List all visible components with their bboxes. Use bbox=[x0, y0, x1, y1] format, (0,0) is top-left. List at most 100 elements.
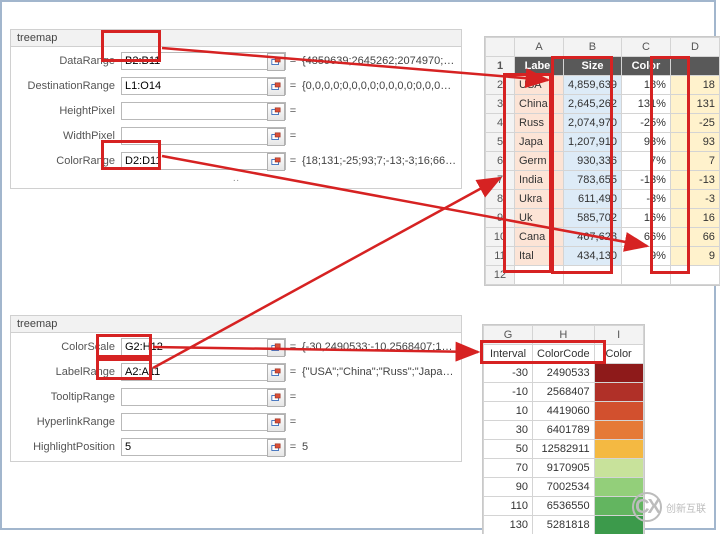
row-header[interactable]: 10 bbox=[486, 228, 515, 247]
size-cell[interactable]: 2,074,970 bbox=[564, 114, 622, 133]
interval-cell[interactable]: -30 bbox=[484, 364, 533, 383]
pct-cell[interactable]: -13% bbox=[621, 171, 670, 190]
size-cell[interactable]: 585,702 bbox=[564, 209, 622, 228]
panel2-colorscale-input[interactable] bbox=[121, 338, 286, 356]
table-row[interactable]: 104419060 bbox=[484, 402, 644, 421]
size-cell[interactable]: 2,645,262 bbox=[564, 95, 622, 114]
interval-cell[interactable]: 50 bbox=[484, 440, 533, 459]
size-cell[interactable]: 611,490 bbox=[564, 190, 622, 209]
panel2-highlightposition-input[interactable] bbox=[121, 438, 286, 456]
table-row[interactable]: 3China2,645,262131%131 bbox=[486, 95, 720, 114]
label-cell[interactable]: Japa bbox=[515, 133, 564, 152]
interval-cell[interactable]: 110 bbox=[484, 497, 533, 516]
table-row[interactable]: 907002534 bbox=[484, 478, 644, 497]
color-swatch[interactable] bbox=[594, 383, 643, 402]
pct-cell[interactable]: -25% bbox=[621, 114, 670, 133]
label-cell[interactable]: China bbox=[515, 95, 564, 114]
panel1-datarange-input[interactable] bbox=[121, 52, 286, 70]
panel2-hyperlinkrange-input[interactable] bbox=[121, 413, 286, 431]
range-picker-icon[interactable] bbox=[267, 78, 285, 96]
colorcode-cell[interactable]: 6536550 bbox=[533, 497, 595, 516]
panel1-colorrange-input[interactable] bbox=[121, 152, 286, 170]
table-row[interactable]: 1305281818 bbox=[484, 516, 644, 534]
interval-cell[interactable]: 70 bbox=[484, 459, 533, 478]
col-header-selected[interactable]: H bbox=[533, 326, 595, 345]
d-cell[interactable]: -3 bbox=[670, 190, 719, 209]
range-picker-icon[interactable] bbox=[267, 339, 285, 357]
row-header[interactable]: 1 bbox=[486, 57, 515, 76]
d-cell[interactable]: 93 bbox=[670, 133, 719, 152]
table-row[interactable]: 8Ukra611,490-3%-3 bbox=[486, 190, 720, 209]
interval-cell[interactable]: 10 bbox=[484, 402, 533, 421]
size-cell[interactable]: 783,655 bbox=[564, 171, 622, 190]
table-row[interactable]: 7India783,655-13%-13 bbox=[486, 171, 720, 190]
range-picker-icon[interactable] bbox=[267, 439, 285, 457]
color-swatch[interactable] bbox=[594, 421, 643, 440]
table-row[interactable]: 1106536550 bbox=[484, 497, 644, 516]
row-header[interactable]: 7 bbox=[486, 171, 515, 190]
row-header[interactable]: 5 bbox=[486, 133, 515, 152]
table-header-cell[interactable]: Size bbox=[564, 57, 622, 76]
d-cell[interactable]: -13 bbox=[670, 171, 719, 190]
row-header[interactable]: 2 bbox=[486, 76, 515, 95]
colorcode-cell[interactable]: 4419060 bbox=[533, 402, 595, 421]
range-picker-icon[interactable] bbox=[267, 389, 285, 407]
label-cell[interactable]: USA bbox=[515, 76, 564, 95]
pct-cell[interactable]: 93% bbox=[621, 133, 670, 152]
label-cell[interactable]: Germ bbox=[515, 152, 564, 171]
d-cell[interactable]: 7 bbox=[670, 152, 719, 171]
range-picker-icon[interactable] bbox=[267, 153, 285, 171]
d-cell[interactable]: 66 bbox=[670, 228, 719, 247]
colorcode-cell[interactable]: 9170905 bbox=[533, 459, 595, 478]
colorcode-cell[interactable]: 2490533 bbox=[533, 364, 595, 383]
row-header[interactable]: 3 bbox=[486, 95, 515, 114]
table-header-cell[interactable]: Label bbox=[515, 57, 564, 76]
range-picker-icon[interactable] bbox=[267, 364, 285, 382]
data-spreadsheet[interactable]: ABCD1LabelSizeColor2USA4,859,63918%183Ch… bbox=[484, 36, 720, 286]
colorcode-cell[interactable]: 5281818 bbox=[533, 516, 595, 534]
pct-cell[interactable]: 18% bbox=[621, 76, 670, 95]
table-header-cell[interactable]: ColorCode bbox=[533, 345, 595, 364]
d-cell[interactable]: 9 bbox=[670, 247, 719, 266]
col-header[interactable]: G bbox=[484, 326, 533, 345]
interval-cell[interactable]: 30 bbox=[484, 421, 533, 440]
label-cell[interactable]: Cana bbox=[515, 228, 564, 247]
corner-cell[interactable] bbox=[486, 38, 515, 57]
range-picker-icon[interactable] bbox=[267, 53, 285, 71]
pct-cell[interactable]: 9% bbox=[621, 247, 670, 266]
col-header[interactable]: C bbox=[621, 38, 670, 57]
panel2-tooltiprange-input[interactable] bbox=[121, 388, 286, 406]
row-header[interactable]: 8 bbox=[486, 190, 515, 209]
range-picker-icon[interactable] bbox=[267, 128, 285, 146]
pct-cell[interactable]: 16% bbox=[621, 209, 670, 228]
color-swatch[interactable] bbox=[594, 364, 643, 383]
table-row[interactable]: 9Uk585,70216%16 bbox=[486, 209, 720, 228]
colorcode-cell[interactable]: 2568407 bbox=[533, 383, 595, 402]
label-cell[interactable]: Ital bbox=[515, 247, 564, 266]
row-header[interactable]: 9 bbox=[486, 209, 515, 228]
label-cell[interactable]: Ukra bbox=[515, 190, 564, 209]
label-cell[interactable]: Uk bbox=[515, 209, 564, 228]
table-row[interactable]: 306401789 bbox=[484, 421, 644, 440]
d-cell[interactable]: 16 bbox=[670, 209, 719, 228]
color-swatch[interactable] bbox=[594, 402, 643, 421]
size-cell[interactable]: 1,207,910 bbox=[564, 133, 622, 152]
table-row[interactable]: 5012582911 bbox=[484, 440, 644, 459]
interval-cell[interactable]: -10 bbox=[484, 383, 533, 402]
pct-cell[interactable]: 7% bbox=[621, 152, 670, 171]
col-header[interactable]: I bbox=[594, 326, 643, 345]
size-cell[interactable]: 930,336 bbox=[564, 152, 622, 171]
row-header[interactable]: 4 bbox=[486, 114, 515, 133]
col-header[interactable]: A bbox=[515, 38, 564, 57]
colorscale-spreadsheet[interactable]: GHIIntervalColorCodeColor-302490533-1025… bbox=[482, 324, 645, 534]
d-cell[interactable]: -25 bbox=[670, 114, 719, 133]
colorcode-cell[interactable]: 6401789 bbox=[533, 421, 595, 440]
label-cell[interactable]: Russ bbox=[515, 114, 564, 133]
interval-cell[interactable]: 130 bbox=[484, 516, 533, 534]
col-header[interactable]: B bbox=[564, 38, 622, 57]
table-row[interactable]: 10Cana467,62866%66 bbox=[486, 228, 720, 247]
panel1-widthpixel-input[interactable] bbox=[121, 127, 286, 145]
row-header[interactable]: 6 bbox=[486, 152, 515, 171]
table-header-cell[interactable] bbox=[670, 57, 719, 76]
table-row[interactable]: 2USA4,859,63918%18 bbox=[486, 76, 720, 95]
